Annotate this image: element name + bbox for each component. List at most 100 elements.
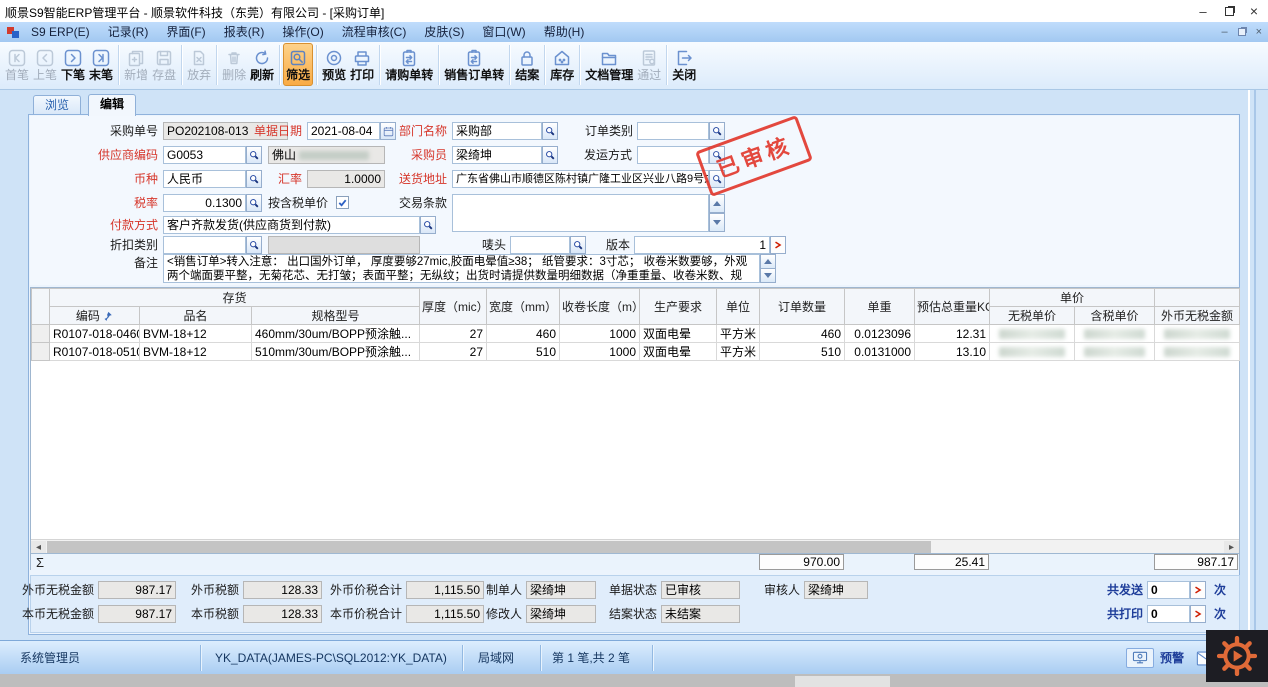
ship-address-field[interactable]: 广东省佛山市顺德区陈村镇广隆工业区兴业八路9号之一 <box>452 170 709 188</box>
remark-scroll-up[interactable] <box>760 254 776 269</box>
preview-button[interactable]: 预览 <box>320 43 348 86</box>
last-record-button[interactable]: 末笔 <box>87 43 115 86</box>
cell-thickness[interactable]: 27 <box>420 343 487 361</box>
sent-count-field[interactable]: 0 <box>1147 581 1190 599</box>
cell-thickness[interactable]: 27 <box>420 325 487 343</box>
cell-width[interactable]: 510 <box>487 343 560 361</box>
col-fc-untaxed-amount[interactable]: 外币无税金额 <box>1155 307 1240 325</box>
cell-width[interactable]: 460 <box>487 325 560 343</box>
menu-report[interactable]: 报表(R) <box>215 22 274 42</box>
discount-lookup-button[interactable] <box>246 236 262 254</box>
menu-interface[interactable]: 界面(F) <box>157 22 214 42</box>
order-type-lookup-button[interactable] <box>709 122 725 140</box>
cell-name[interactable]: BVM-18+12 <box>140 325 252 343</box>
mdi-close-button[interactable]: × <box>1256 26 1262 38</box>
close-button[interactable]: × <box>1242 0 1266 22</box>
scroll-right-button[interactable]: ▸ <box>1224 541 1239 553</box>
document-manage-button[interactable]: 文档管理 <box>583 43 635 86</box>
col-est-total-weight[interactable]: 预估总重量KG <box>915 289 990 325</box>
cell-qty[interactable]: 510 <box>760 343 845 361</box>
tab-browse[interactable]: 浏览 <box>33 95 81 115</box>
menu-skin[interactable]: 皮肤(S) <box>415 22 473 42</box>
exit-button[interactable]: 关闭 <box>670 43 698 86</box>
delete-button[interactable]: 删除 <box>220 43 248 86</box>
col-unit-weight[interactable]: 单重 <box>845 289 915 325</box>
col-production-req[interactable]: 生产要求 <box>640 289 717 325</box>
cell-code[interactable]: R0107-018-0460-... <box>50 325 140 343</box>
tax-rate-field[interactable]: 0.1300 <box>163 194 246 212</box>
menu-operation[interactable]: 操作(O) <box>273 22 332 42</box>
menu-workflow[interactable]: 流程审核(C) <box>333 22 416 42</box>
menu-record[interactable]: 记录(R) <box>99 22 158 42</box>
cell-code[interactable]: R0107-018-0510-... <box>50 343 140 361</box>
cell-qty[interactable]: 460 <box>760 325 845 343</box>
scroll-left-button[interactable]: ◂ <box>31 541 46 553</box>
trade-terms-scroll-up[interactable] <box>709 194 725 213</box>
minimize-button[interactable]: – <box>1190 0 1216 22</box>
save-button[interactable]: 存盘 <box>150 43 178 86</box>
buyer-field[interactable]: 梁绮坤 <box>452 146 542 164</box>
close-case-button[interactable]: 结案 <box>513 43 541 86</box>
mdi-minimize-button[interactable]: – <box>1221 26 1227 38</box>
table-row[interactable]: R0107-018-0510-... BVM-18+12 510mm/30um/… <box>32 343 1240 361</box>
restore-button[interactable] <box>1216 0 1242 22</box>
discount-type-field[interactable] <box>163 236 246 254</box>
tab-edit[interactable]: 编辑 <box>88 94 136 116</box>
refresh-button[interactable]: 刷新 <box>248 43 276 86</box>
currency-field[interactable]: 人民币 <box>163 170 246 188</box>
remark-scroll-down[interactable] <box>760 268 776 283</box>
col-untaxed-price[interactable]: 无税单价 <box>990 307 1075 325</box>
calendar-button[interactable] <box>380 122 396 140</box>
col-roll-length[interactable]: 收卷长度（m） <box>560 289 640 325</box>
col-unit[interactable]: 单位 <box>717 289 760 325</box>
cell-length[interactable]: 1000 <box>560 343 640 361</box>
cell-unit-weight[interactable]: 0.0123096 <box>845 325 915 343</box>
cell-unit[interactable]: 平方米 <box>717 325 760 343</box>
cell-unit-weight[interactable]: 0.0131000 <box>845 343 915 361</box>
cell-unit[interactable]: 平方米 <box>717 343 760 361</box>
buyer-lookup-button[interactable] <box>542 146 558 164</box>
cell-length[interactable]: 1000 <box>560 325 640 343</box>
filter-button[interactable]: 筛选 <box>283 43 313 86</box>
inventory-button[interactable]: 库存 <box>548 43 576 86</box>
col-product-name[interactable]: 品名 <box>140 307 252 325</box>
approve-button[interactable]: 通过 <box>635 43 663 86</box>
purchase-request-transfer-button[interactable]: 请购单转 <box>383 43 435 86</box>
horizontal-scrollbar[interactable]: ◂ ▸ <box>31 539 1239 553</box>
version-expand-button[interactable] <box>770 236 786 254</box>
recorder-overlay[interactable] <box>1206 630 1268 682</box>
alert-button[interactable] <box>1126 648 1154 668</box>
payment-lookup-button[interactable] <box>420 216 436 234</box>
trade-terms-scroll-down[interactable] <box>709 213 725 232</box>
dept-field[interactable]: 采购部 <box>452 122 542 140</box>
col-spec[interactable]: 规格型号 <box>252 307 420 325</box>
version-field[interactable]: 1 <box>634 236 770 254</box>
row-selector[interactable] <box>32 325 50 343</box>
cell-total-weight[interactable]: 12.31 <box>915 325 990 343</box>
cell-requirement[interactable]: 双面电晕 <box>640 343 717 361</box>
order-type-field[interactable] <box>637 122 709 140</box>
cell-total-weight[interactable]: 13.10 <box>915 343 990 361</box>
col-width[interactable]: 宽度（mm） <box>487 289 560 325</box>
supplier-code-field[interactable]: G0053 <box>163 146 246 164</box>
print-expand-button[interactable] <box>1190 605 1206 623</box>
doc-date-field[interactable]: 2021-08-04 <box>307 122 380 140</box>
sent-expand-button[interactable] <box>1190 581 1206 599</box>
shipping-mark-field[interactable] <box>510 236 570 254</box>
table-row[interactable]: R0107-018-0460-... BVM-18+12 460mm/30um/… <box>32 325 1240 343</box>
trade-terms-field[interactable] <box>452 194 709 232</box>
prev-record-button[interactable]: 上笔 <box>31 43 59 86</box>
first-record-button[interactable]: 首笔 <box>3 43 31 86</box>
cell-name[interactable]: BVM-18+12 <box>140 343 252 361</box>
next-record-button[interactable]: 下笔 <box>59 43 87 86</box>
cell-requirement[interactable]: 双面电晕 <box>640 325 717 343</box>
payment-field[interactable]: 客户齐款发货(供应商货到付款) <box>163 216 420 234</box>
remark-field[interactable]: <销售订单>转入注意： 出口国外订单， 厚度要够27mic,胶面电晕值≥38； … <box>163 254 760 283</box>
row-selector[interactable] <box>32 343 50 361</box>
col-thickness[interactable]: 厚度（mic） <box>420 289 487 325</box>
col-order-qty[interactable]: 订单数量 <box>760 289 845 325</box>
cell-spec[interactable]: 460mm/30um/BOPP预涂触... <box>252 325 420 343</box>
alert-label[interactable]: 预警 <box>1160 641 1184 675</box>
menu-s9erp[interactable]: S9 ERP(E) <box>22 22 99 42</box>
print-button[interactable]: 打印 <box>348 43 376 86</box>
